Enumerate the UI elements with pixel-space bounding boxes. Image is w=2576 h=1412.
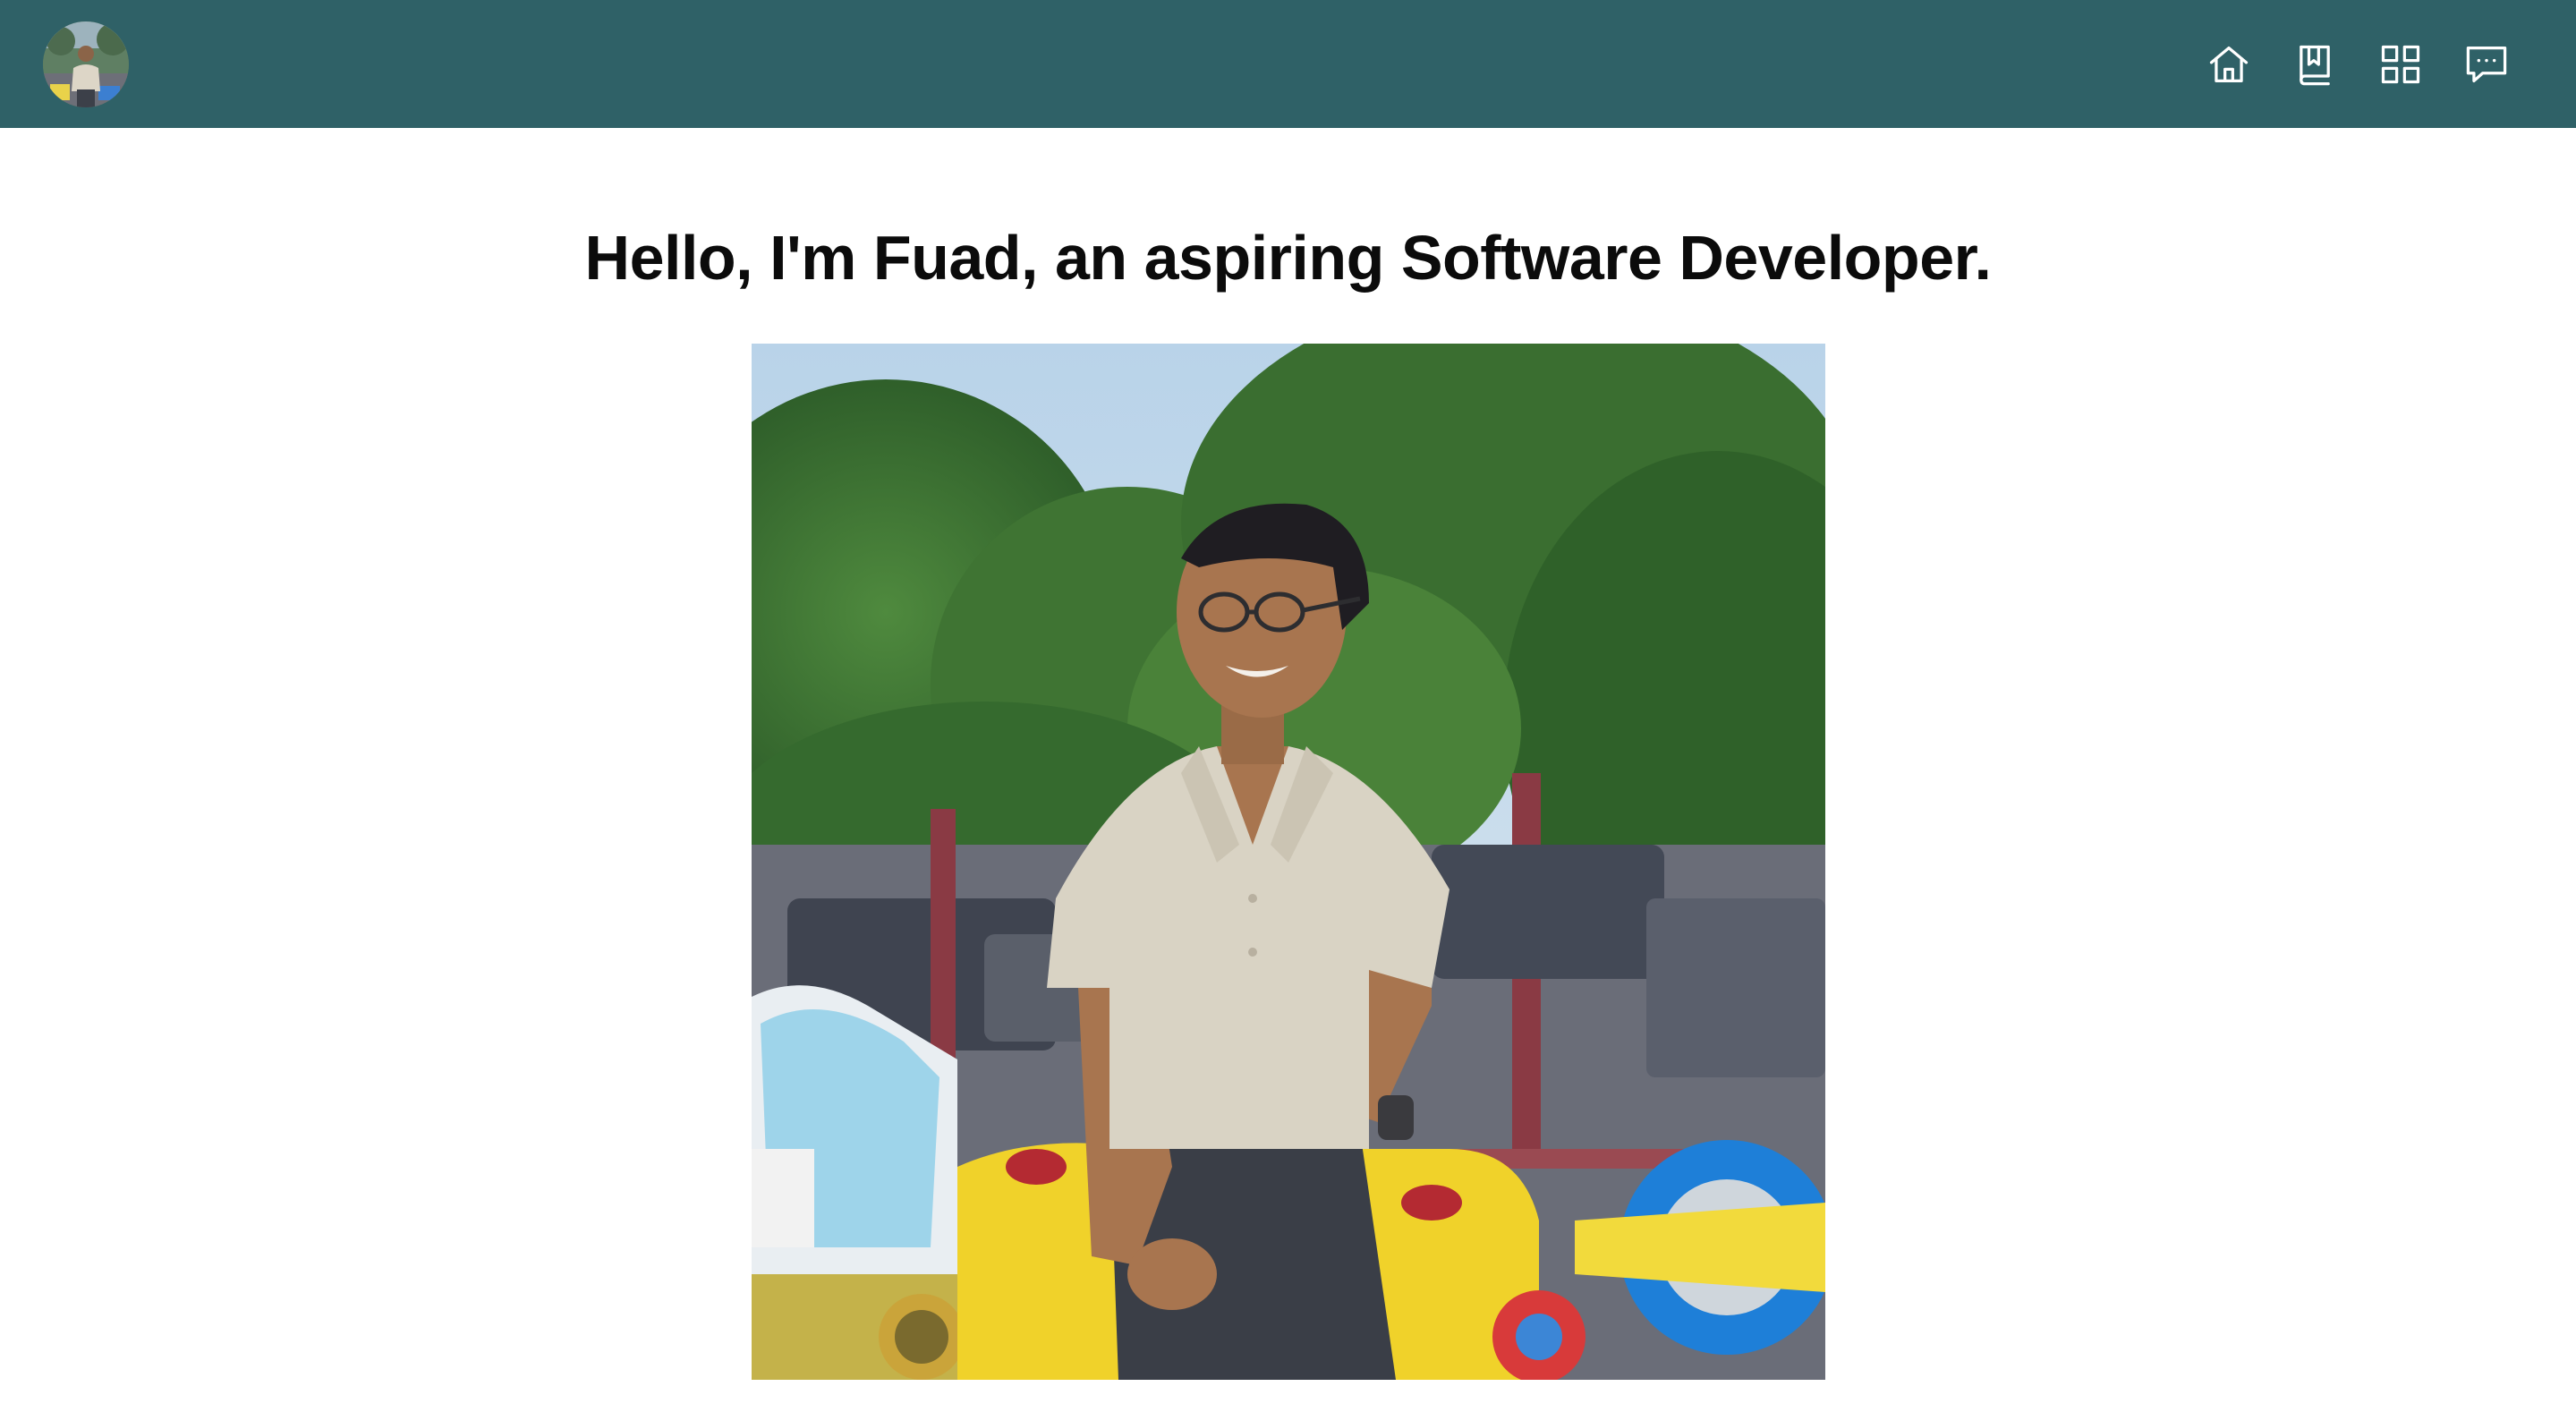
bookmark-book-icon (2300, 45, 2330, 86)
nav-projects-button[interactable] (2374, 38, 2427, 91)
portrait-image (752, 344, 1825, 1380)
portrait-photo (752, 344, 1825, 1380)
chat-icon (2466, 46, 2507, 83)
main-nav (2202, 38, 2513, 91)
nav-home-button[interactable] (2202, 38, 2256, 91)
profile-avatar[interactable] (43, 21, 129, 107)
nav-blog-button[interactable] (2288, 38, 2342, 91)
avatar-image (43, 21, 129, 107)
grid-icon (2381, 45, 2420, 84)
nav-contact-button[interactable] (2460, 38, 2513, 91)
home-icon (2209, 46, 2249, 83)
hero-headline: Hello, I'm Fuad, an aspiring Software De… (584, 223, 1992, 293)
top-navbar (0, 0, 2576, 128)
